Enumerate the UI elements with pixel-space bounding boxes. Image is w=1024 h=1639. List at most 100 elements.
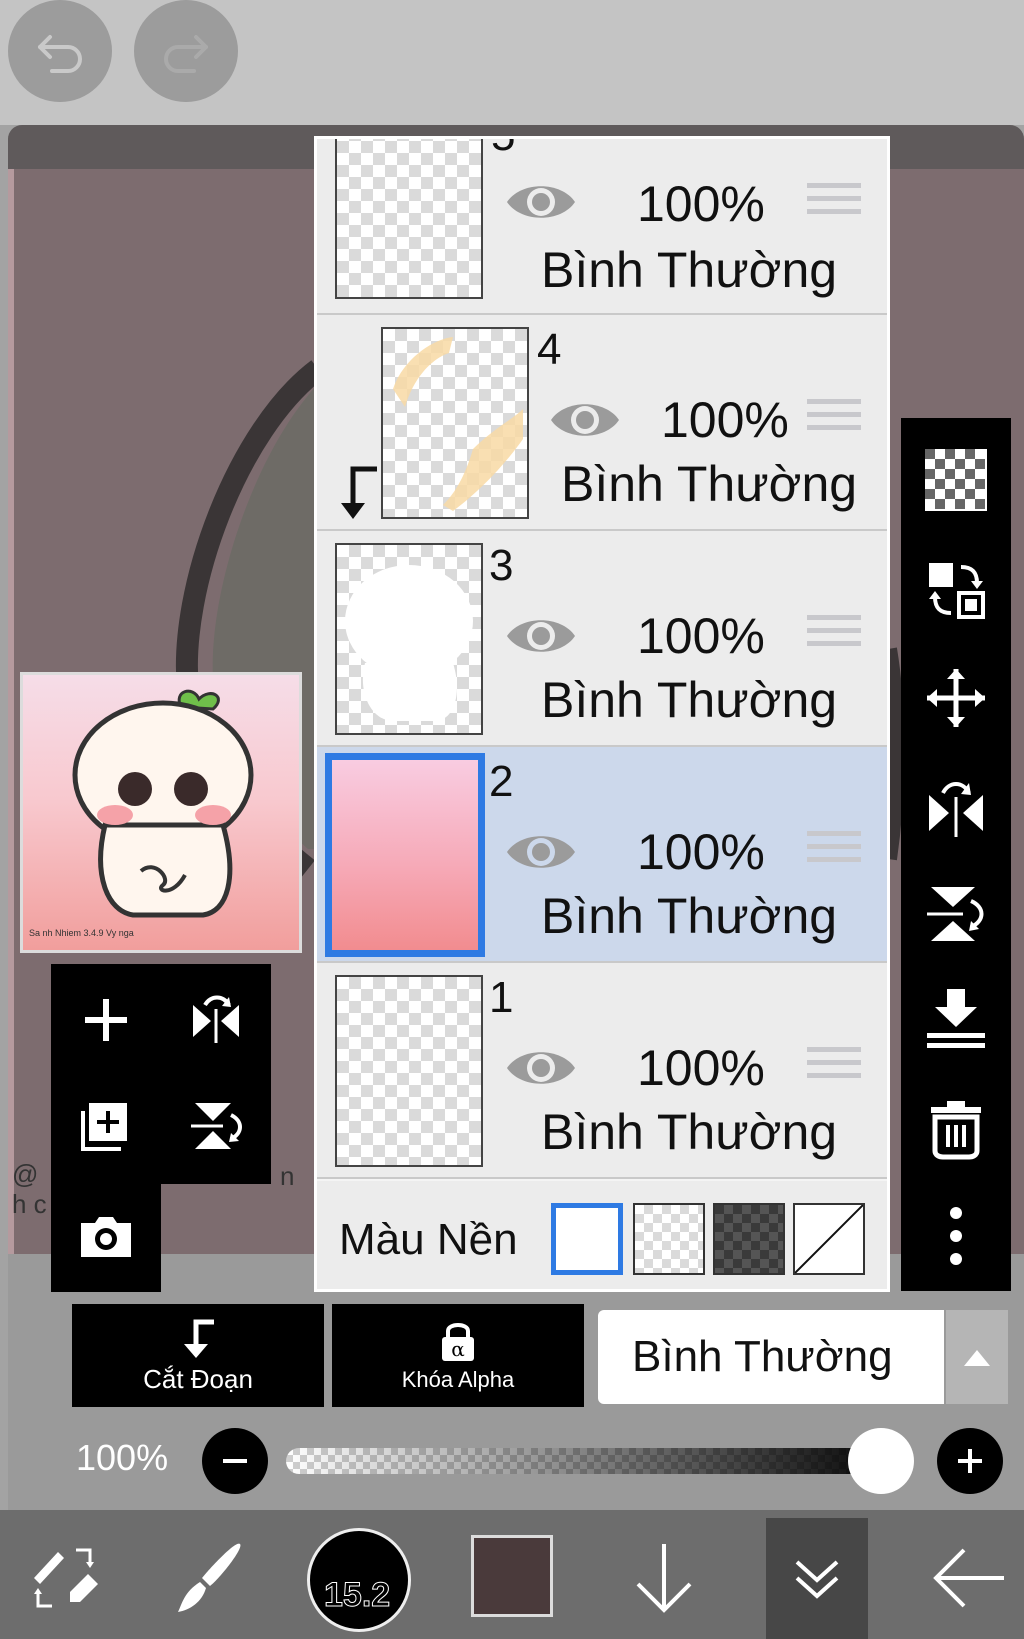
canvas-tag-at: @ [12,1159,39,1189]
layer-4-content [393,337,523,511]
layer-blend-mode: Bình Thường [541,672,838,728]
move-layer-button[interactable] [916,658,996,738]
thumbnail-caption: Sa nh Nhiem 3.4.9 Vy nga [29,928,134,938]
flip-vertical-icon [927,887,984,941]
undo-arrow-icon [38,35,82,73]
alpha-lock-button[interactable]: α Khóa Alpha [332,1304,584,1407]
layer-thumbnail [335,543,483,735]
layer-panel: 5 100% Bình Thường 4 100% Bình Thường [314,136,890,1292]
import-photo-button[interactable] [66,1196,146,1276]
bg-option-none[interactable] [793,1203,865,1275]
layer-row-2[interactable]: 2 100% Bình Thường [317,747,887,963]
layer-opacity: 100% [637,1040,765,1096]
brush-tool-button[interactable] [160,1528,260,1628]
merge-down-button[interactable] [916,978,996,1058]
camera-icon [81,1217,131,1257]
layer-opacity: 100% [637,608,765,664]
opacity-decrease-button[interactable] [202,1428,268,1494]
reference-thumbnail: Sa nh Nhiem 3.4.9 Vy nga [20,672,302,953]
opacity-slider-knob[interactable] [848,1428,914,1494]
visibility-eye-icon[interactable] [503,1043,579,1093]
layer-3-content [345,565,473,721]
brush-icon [178,1543,241,1612]
layer-drag-handle[interactable] [807,183,861,227]
copy-layer-button[interactable] [66,1086,146,1166]
opacity-slider-track[interactable] [286,1448,902,1474]
blend-mode-dropdown-button[interactable] [946,1310,1008,1404]
layer-blend-mode: Bình Thường [541,1104,838,1160]
layer-drag-handle[interactable] [807,1047,861,1091]
undo-button[interactable] [8,0,112,102]
layer-number: 4 [537,325,562,374]
flip-horizontal-button[interactable] [916,768,996,848]
blend-mode-select[interactable]: Bình Thường [598,1310,944,1404]
swap-layers-button[interactable] [916,550,996,630]
flip-layer-vertical-button[interactable] [176,1086,256,1166]
layer-opacity: 100% [637,824,765,880]
layer-blend-mode: Bình Thường [541,888,838,944]
layer-blend-mode: Bình Thường [561,456,858,512]
background-color-row: Màu Nền [317,1181,887,1289]
arrow-down-icon [636,1544,692,1613]
add-layer-button[interactable] [66,980,146,1060]
current-color-swatch[interactable] [471,1535,553,1617]
visibility-eye-icon[interactable] [547,395,623,445]
alpha-symbol: α [451,1337,465,1361]
layer-number: 1 [489,973,514,1022]
layer-row-1[interactable]: 1 100% Bình Thường [317,963,887,1179]
bg-option-dark-checker[interactable] [713,1203,785,1275]
layer-thumbnail [381,327,529,519]
layer-row-4[interactable]: 4 100% Bình Thường [317,315,887,531]
brush-eraser-toggle-button[interactable] [14,1528,114,1628]
brush-eraser-swap-icon [34,1548,98,1608]
lock-icon: α [442,1322,474,1361]
bottom-toolbar: 15.2 [0,1510,1024,1639]
character-illustration [72,689,254,918]
opacity-value: 100% [76,1437,169,1478]
redo-arrow-icon [164,35,208,73]
layer-opacity: 100% [637,176,765,232]
swap-layers-icon [929,563,985,619]
brush-size-button[interactable]: 15.2 [307,1528,411,1632]
clipping-button[interactable]: Cắt Đoạn [72,1304,324,1407]
redo-button[interactable] [134,0,238,102]
flip-vertical-button[interactable] [916,874,996,954]
layer-opacity: 100% [661,392,789,448]
plus-icon [958,1449,982,1473]
layers-panel-button[interactable] [767,1528,867,1628]
layer-tools-bar [901,418,1011,1291]
layer-drag-handle[interactable] [807,615,861,659]
layer-drag-handle[interactable] [807,399,861,443]
layer-thumbnail [335,139,483,299]
visibility-eye-icon[interactable] [503,177,579,227]
minus-icon [223,1459,247,1463]
layer-down-button[interactable] [614,1528,714,1628]
transparency-button[interactable] [916,440,996,520]
layer-number: 5 [491,139,515,161]
canvas-tag-h: h c [12,1189,47,1219]
back-button[interactable] [918,1528,1018,1628]
layer-row-3[interactable]: 3 100% Bình Thường [317,531,887,747]
clipping-arrow-icon [184,1319,214,1358]
no-background-slash-icon [794,1204,864,1274]
layer-row-5[interactable]: 5 100% Bình Thường [317,139,887,315]
delete-layer-button[interactable] [916,1088,996,1168]
merge-down-icon [927,989,985,1048]
visibility-eye-icon[interactable] [503,611,579,661]
layer-blend-mode: Bình Thường [541,242,838,298]
bg-option-transparent[interactable] [633,1203,705,1275]
bg-option-white[interactable] [551,1203,623,1275]
opacity-increase-button[interactable] [937,1428,1003,1494]
more-vertical-icon [950,1207,962,1265]
more-options-button[interactable] [916,1196,996,1276]
alpha-lock-label: Khóa Alpha [401,1366,515,1392]
double-chevron-down-icon [795,1560,839,1599]
layer-number: 3 [489,541,514,590]
brush-size-value: 15.2 [323,1576,391,1615]
visibility-eye-icon[interactable] [503,827,579,877]
plus-icon [85,999,127,1041]
flip-layer-horizontal-button[interactable] [176,980,256,1060]
layer-drag-handle[interactable] [807,831,861,875]
background-color-label: Màu Nền [339,1215,518,1264]
move-icon [927,669,985,727]
